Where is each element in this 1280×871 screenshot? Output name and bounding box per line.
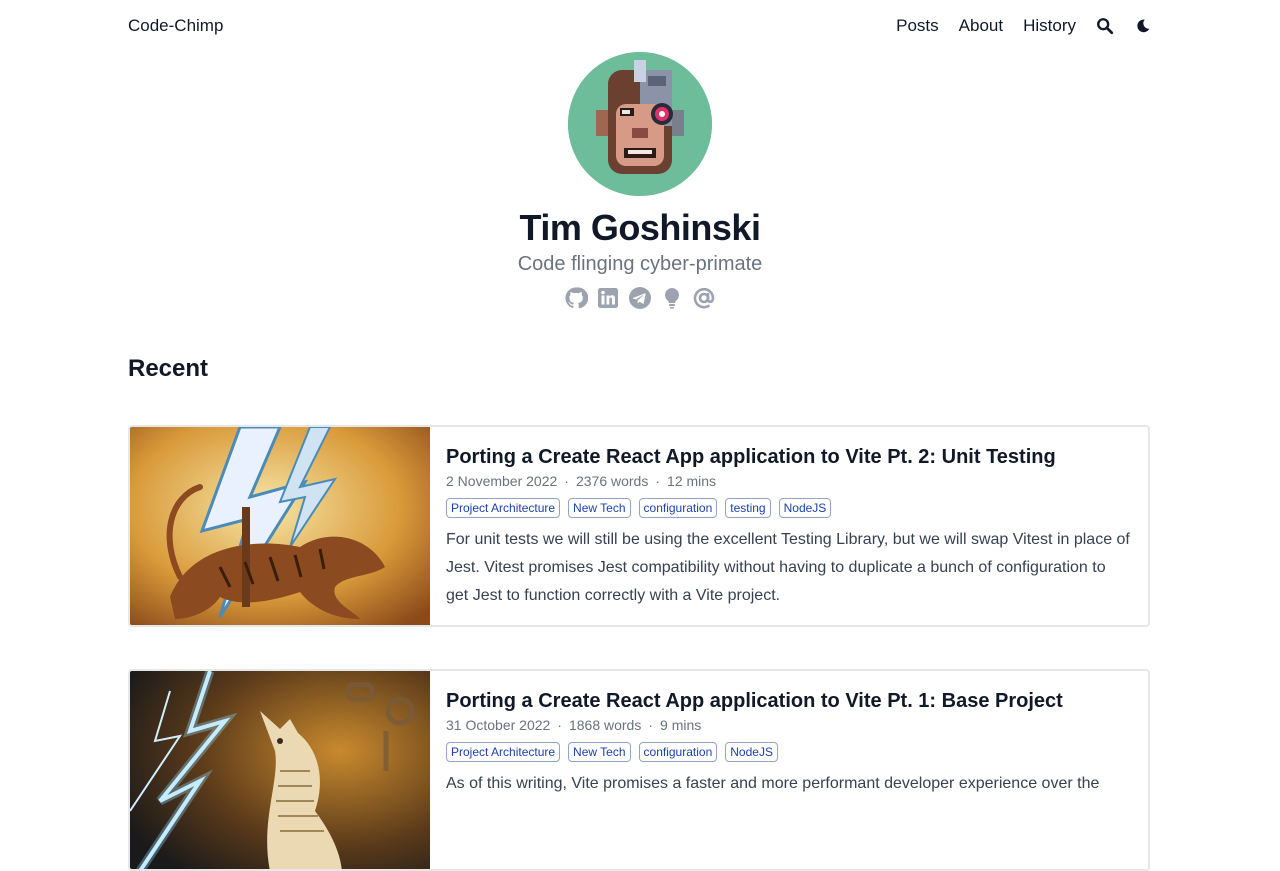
post-tags: Project Architecture New Tech configurat… — [446, 498, 1132, 518]
tag-project-architecture[interactable]: Project Architecture — [446, 498, 561, 518]
tag-nodejs[interactable]: NodeJS — [778, 498, 832, 518]
post-summary: As of this writing, Vite promises a fast… — [446, 775, 1100, 792]
post-title[interactable]: Porting a Create React App application t… — [446, 687, 1132, 715]
tag-new-tech[interactable]: New Tech — [568, 498, 631, 518]
post-meta: 31 October 2022 · 1868 words · 9 mins — [446, 717, 702, 733]
post-date: 2 November 2022 — [446, 473, 558, 489]
telegram-icon[interactable] — [628, 286, 652, 310]
github-icon[interactable] — [564, 286, 588, 310]
post-body: Porting a Create React App application t… — [430, 427, 1148, 625]
post-title[interactable]: Porting a Create React App application t… — [446, 443, 1132, 471]
post-reading-time: 12 mins — [667, 473, 717, 489]
post-card[interactable]: Porting a Create React App application t… — [128, 669, 1150, 871]
post-tags: Project Architecture New Tech configurat… — [446, 742, 1132, 762]
nav-posts[interactable]: Posts — [896, 16, 939, 36]
tag-configuration[interactable]: configuration — [638, 742, 718, 762]
recent-heading: Recent — [128, 355, 209, 382]
profile-section: Tim Goshinski Code flinging cyber-primat… — [0, 52, 1280, 310]
post-summary: For unit tests we will still be using th… — [446, 531, 1130, 604]
site-header: Code-Chimp Posts About History — [128, 0, 1152, 52]
post-word-count: 2376 words — [575, 473, 649, 489]
tag-configuration[interactable]: configuration — [638, 498, 718, 518]
post-card[interactable]: Porting a Create React App application t… — [128, 425, 1150, 627]
tag-nodejs[interactable]: NodeJS — [725, 742, 778, 762]
lightbulb-icon[interactable] — [660, 286, 684, 310]
site-title-link[interactable]: Code-Chimp — [128, 16, 223, 36]
nav-about[interactable]: About — [959, 16, 1003, 36]
tag-new-tech[interactable]: New Tech — [568, 742, 631, 762]
main-nav: Posts About History — [896, 16, 1152, 36]
at-icon[interactable] — [692, 286, 716, 310]
tag-project-architecture[interactable]: Project Architecture — [446, 742, 561, 762]
tag-testing[interactable]: testing — [725, 498, 771, 518]
author-headline: Code flinging cyber-primate — [517, 253, 763, 275]
post-body: Porting a Create React App application t… — [430, 671, 1148, 869]
post-meta: 2 November 2022 · 2376 words · 12 mins — [446, 473, 717, 489]
social-links — [0, 286, 1280, 310]
post-word-count: 1868 words — [568, 717, 642, 733]
avatar — [568, 52, 712, 196]
linkedin-icon[interactable] — [596, 286, 620, 310]
post-date: 31 October 2022 — [446, 717, 551, 733]
nav-history[interactable]: History — [1023, 16, 1076, 36]
author-name: Tim Goshinski — [519, 207, 761, 248]
post-thumbnail[interactable] — [130, 427, 430, 625]
search-icon[interactable] — [1096, 17, 1114, 35]
moon-icon[interactable] — [1134, 17, 1152, 35]
post-reading-time: 9 mins — [660, 717, 702, 733]
post-thumbnail[interactable] — [130, 671, 430, 869]
